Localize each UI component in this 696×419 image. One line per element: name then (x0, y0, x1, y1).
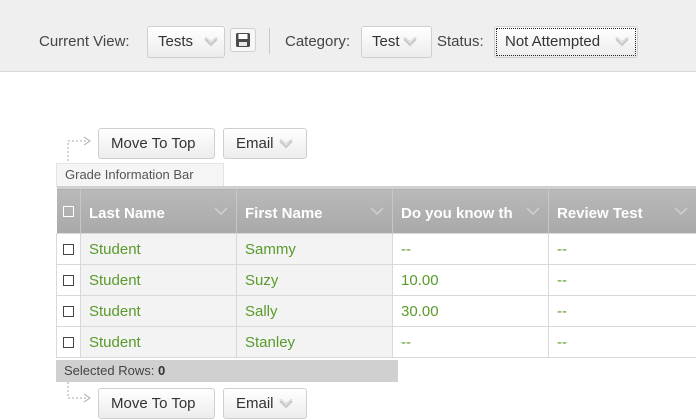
last-name-cell[interactable]: Student (81, 265, 237, 296)
column-header-review-test[interactable]: Review Test (549, 188, 696, 234)
email-button[interactable]: Email (223, 128, 307, 159)
current-view-label: Current View: (39, 33, 130, 51)
chevron-down-icon[interactable] (526, 206, 540, 216)
column-label: Review Test (557, 201, 643, 222)
grade-grid: Last Name First Name Do you know th Revi… (56, 186, 696, 358)
chevron-down-icon[interactable] (214, 206, 228, 216)
chevron-down-icon (204, 37, 218, 47)
move-to-top-label: Move To Top (111, 135, 196, 152)
grade-cell[interactable]: 10.00 (393, 265, 549, 296)
first-name-cell[interactable]: Sammy (237, 234, 393, 265)
column-label: First Name (245, 201, 323, 222)
column-label: Do you know th (401, 201, 513, 222)
chevron-down-icon (279, 399, 293, 409)
row-checkbox[interactable] (63, 244, 74, 255)
grade-cell[interactable]: -- (549, 234, 696, 265)
table-row: Student Stanley -- -- (57, 327, 696, 358)
chevron-down-icon (279, 139, 293, 149)
table-row: Student Sally 30.00 -- (57, 296, 696, 327)
first-name-cell[interactable]: Sally (237, 296, 393, 327)
save-view-button[interactable] (230, 28, 256, 52)
row-select-cell (57, 234, 81, 265)
last-name-cell[interactable]: Student (81, 296, 237, 327)
row-checkbox[interactable] (63, 306, 74, 317)
chevron-down-icon (615, 37, 629, 47)
row-select-cell (57, 327, 81, 358)
email-label: Email (236, 135, 274, 152)
grade-cell[interactable]: -- (393, 327, 549, 358)
row-select-cell (57, 265, 81, 296)
category-label: Category: (285, 33, 350, 51)
toolbar-separator (269, 28, 270, 54)
status-label: Status: (437, 33, 484, 51)
status-value: Not Attempted (505, 33, 600, 50)
grade-cell[interactable]: -- (393, 234, 549, 265)
selected-rows-label: Selected Rows: (64, 363, 154, 378)
column-header-question[interactable]: Do you know th (393, 188, 549, 234)
first-name-cell[interactable]: Stanley (237, 327, 393, 358)
select-all-checkbox[interactable] (63, 206, 74, 217)
current-view-value: Tests (158, 33, 193, 50)
selected-rows-arrow-icon (64, 131, 96, 163)
category-value: Test (372, 33, 400, 50)
grade-cell[interactable]: -- (549, 265, 696, 296)
selected-rows-arrow-icon (64, 380, 96, 410)
column-label: Last Name (89, 201, 165, 222)
category-dropdown[interactable]: Test (361, 26, 432, 58)
status-dropdown[interactable]: Not Attempted (494, 26, 638, 58)
last-name-cell[interactable]: Student (81, 234, 237, 265)
row-select-cell (57, 296, 81, 327)
chevron-down-icon[interactable] (370, 206, 384, 216)
last-name-cell[interactable]: Student (81, 327, 237, 358)
chevron-down-icon (403, 37, 417, 47)
grade-cell[interactable]: -- (549, 296, 696, 327)
grid-header-row: Last Name First Name Do you know th Revi… (57, 188, 696, 234)
select-all-header (57, 188, 81, 234)
table-row: Student Sammy -- -- (57, 234, 696, 265)
grade-cell[interactable]: -- (549, 327, 696, 358)
grade-cell[interactable]: 30.00 (393, 296, 549, 327)
floppy-disk-icon (235, 32, 251, 48)
first-name-cell[interactable]: Suzy (237, 265, 393, 296)
row-checkbox[interactable] (63, 275, 74, 286)
column-header-first-name[interactable]: First Name (237, 188, 393, 234)
current-view-dropdown[interactable]: Tests (147, 26, 225, 58)
email-button[interactable]: Email (223, 388, 307, 419)
chevron-down-icon[interactable] (674, 206, 688, 216)
move-to-top-button[interactable]: Move To Top (98, 388, 215, 419)
column-header-last-name[interactable]: Last Name (81, 188, 237, 234)
filter-bar: Current View: Tests Category: Test Statu… (0, 0, 696, 72)
grade-information-bar[interactable]: Grade Information Bar (56, 163, 224, 187)
row-checkbox[interactable] (63, 337, 74, 348)
selected-rows-count: 0 (158, 363, 165, 378)
selected-rows-bar: Selected Rows: 0 (56, 360, 398, 382)
table-row: Student Suzy 10.00 -- (57, 265, 696, 296)
move-to-top-label: Move To Top (111, 395, 196, 412)
move-to-top-button[interactable]: Move To Top (98, 128, 215, 159)
email-label: Email (236, 395, 274, 412)
